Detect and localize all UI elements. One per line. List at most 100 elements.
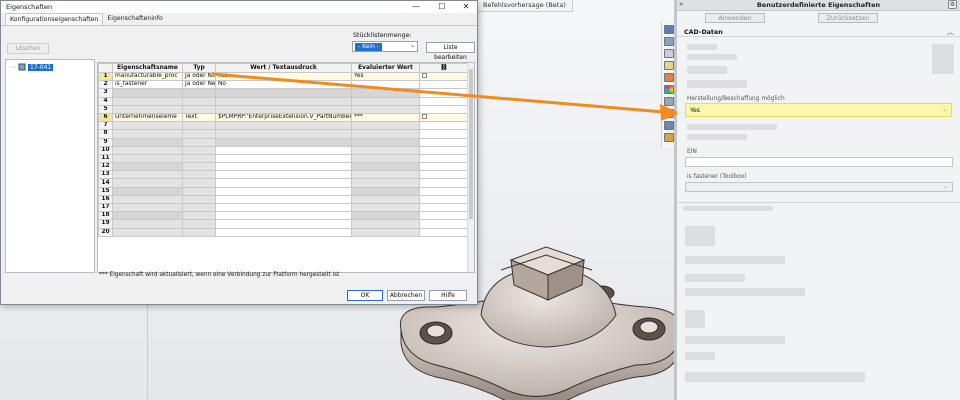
evaluated-cell[interactable] [351, 202, 420, 213]
property-name-cell[interactable] [112, 129, 183, 139]
property-name-cell[interactable] [112, 170, 183, 180]
cancel-button[interactable]: Abbrechen [387, 290, 425, 301]
value-cell[interactable]: No [215, 80, 352, 90]
section-icon[interactable] [664, 49, 674, 58]
table-row[interactable]: 1 manufacturable_proc Ja oder Nei Yes Yes [98, 71, 469, 82]
table-row[interactable]: 2 is_fastener Ja oder Nei No [98, 80, 469, 90]
apply-button[interactable]: Anwenden [705, 13, 765, 23]
table-row[interactable]: 16 [98, 194, 469, 205]
evaluated-cell[interactable] [351, 170, 420, 180]
evaluated-cell[interactable] [351, 88, 420, 98]
header-property-name[interactable]: Eigenschaftsname [112, 63, 183, 73]
value-cell[interactable] [215, 219, 352, 229]
tree-expander-icon[interactable]: ⋯ [10, 64, 16, 71]
link-checkbox-cell[interactable] [419, 219, 469, 229]
tab-property-info[interactable]: Eigenschafteninfo [103, 13, 166, 25]
table-row[interactable]: 10 [98, 145, 469, 155]
property-name-cell[interactable] [112, 104, 183, 114]
evaluated-cell[interactable] [351, 145, 420, 155]
value-cell[interactable] [215, 137, 352, 147]
evaluated-cell[interactable] [351, 227, 420, 237]
evaluated-cell[interactable] [351, 219, 420, 229]
property-name-cell[interactable]: Unternehmenseleme [112, 112, 183, 123]
view-icon[interactable] [664, 25, 674, 34]
value-cell[interactable]: Yes [215, 71, 352, 82]
type-cell[interactable] [182, 202, 216, 213]
table-row[interactable]: 20 [98, 227, 469, 237]
delete-button[interactable]: Löschen [7, 43, 49, 54]
type-cell[interactable] [182, 211, 216, 221]
value-cell[interactable] [215, 145, 352, 155]
value-cell[interactable] [215, 121, 352, 131]
table-row[interactable]: 12 [98, 162, 469, 172]
property-name-cell[interactable] [112, 227, 183, 237]
tab-configuration-properties[interactable]: Konfigurationseigenschaften [5, 13, 104, 25]
type-cell[interactable]: Ja oder Nei [182, 80, 216, 90]
ein-input[interactable] [685, 157, 953, 167]
evaluated-cell[interactable]: Yes [351, 71, 420, 82]
help-button[interactable]: Hilfe [429, 290, 467, 301]
type-cell[interactable] [182, 121, 216, 131]
grid-scrollbar[interactable] [467, 63, 474, 272]
type-cell[interactable] [182, 153, 216, 164]
table-row[interactable]: 9 [98, 137, 469, 147]
header-type[interactable]: Typ [182, 63, 216, 73]
header-evaluated[interactable]: Evaluierter Wert [351, 63, 420, 73]
property-name-cell[interactable]: manufacturable_proc [112, 71, 183, 82]
evaluated-cell[interactable] [351, 104, 420, 114]
fastener-dropdown[interactable]: ⌄ [685, 182, 953, 192]
link-checkbox-cell[interactable] [419, 80, 469, 90]
table-row[interactable]: 8 [98, 129, 469, 139]
type-cell[interactable] [182, 129, 216, 139]
ok-button[interactable]: OK [347, 290, 383, 301]
table-row[interactable]: 13 [98, 170, 469, 180]
evaluated-cell[interactable] [351, 129, 420, 139]
link-checkbox[interactable] [422, 73, 427, 79]
link-checkbox-cell[interactable] [419, 129, 469, 139]
value-cell[interactable] [215, 96, 352, 106]
tree-item-config[interactable]: ⋯ 17-041 [10, 63, 54, 71]
type-cell[interactable] [182, 162, 216, 172]
tools-icon[interactable] [664, 97, 674, 106]
table-row[interactable]: 19 [98, 219, 469, 229]
type-cell[interactable]: Ja oder Nei [182, 71, 216, 82]
type-cell[interactable] [182, 194, 216, 205]
table-row[interactable]: 15 [98, 186, 469, 196]
home-icon[interactable] [664, 121, 674, 130]
link-checkbox-cell[interactable] [419, 186, 469, 196]
table-row[interactable]: 14 [98, 178, 469, 188]
evaluated-cell[interactable] [351, 194, 420, 205]
palette-icon[interactable] [664, 73, 674, 82]
type-cell[interactable] [182, 178, 216, 188]
evaluated-cell[interactable] [351, 162, 420, 172]
folder-icon[interactable] [664, 61, 674, 70]
value-cell[interactable] [215, 211, 352, 221]
appearance-icon[interactable] [664, 85, 674, 94]
property-name-cell[interactable] [112, 186, 183, 196]
type-cell[interactable]: Text [182, 112, 216, 123]
link-checkbox-cell[interactable] [419, 96, 469, 106]
link-checkbox-cell[interactable] [419, 104, 469, 114]
table-row[interactable]: 6 Unternehmenseleme Text $PLMPRP:'Enterpris… [98, 112, 469, 123]
reset-button[interactable]: Zurücksetzen [818, 13, 878, 23]
display-icon[interactable] [664, 37, 674, 46]
type-cell[interactable] [182, 96, 216, 106]
property-name-cell[interactable] [112, 137, 183, 147]
header-link[interactable]: ⛓ [419, 63, 469, 73]
maximize-button[interactable]: ☐ [431, 2, 453, 12]
list-icon[interactable] [664, 109, 674, 118]
value-cell[interactable] [215, 129, 352, 139]
close-button[interactable]: ✕ [455, 2, 477, 12]
link-checkbox[interactable] [422, 114, 427, 120]
value-cell[interactable] [215, 227, 352, 237]
type-cell[interactable] [182, 104, 216, 114]
value-cell[interactable]: $PLMPRP:'EnterpriseExtension.V_PartNumbe… [215, 112, 352, 123]
type-cell[interactable] [182, 88, 216, 98]
cad-data-section-header[interactable]: CAD-Daten ︿ [677, 27, 960, 37]
bom-quantity-select[interactable]: - Kein - ⌄ [352, 41, 418, 52]
type-cell[interactable] [182, 227, 216, 237]
link-checkbox-cell[interactable] [419, 112, 469, 123]
value-cell[interactable] [215, 194, 352, 205]
table-row[interactable]: 17 [98, 202, 469, 213]
link-checkbox-cell[interactable] [419, 202, 469, 213]
